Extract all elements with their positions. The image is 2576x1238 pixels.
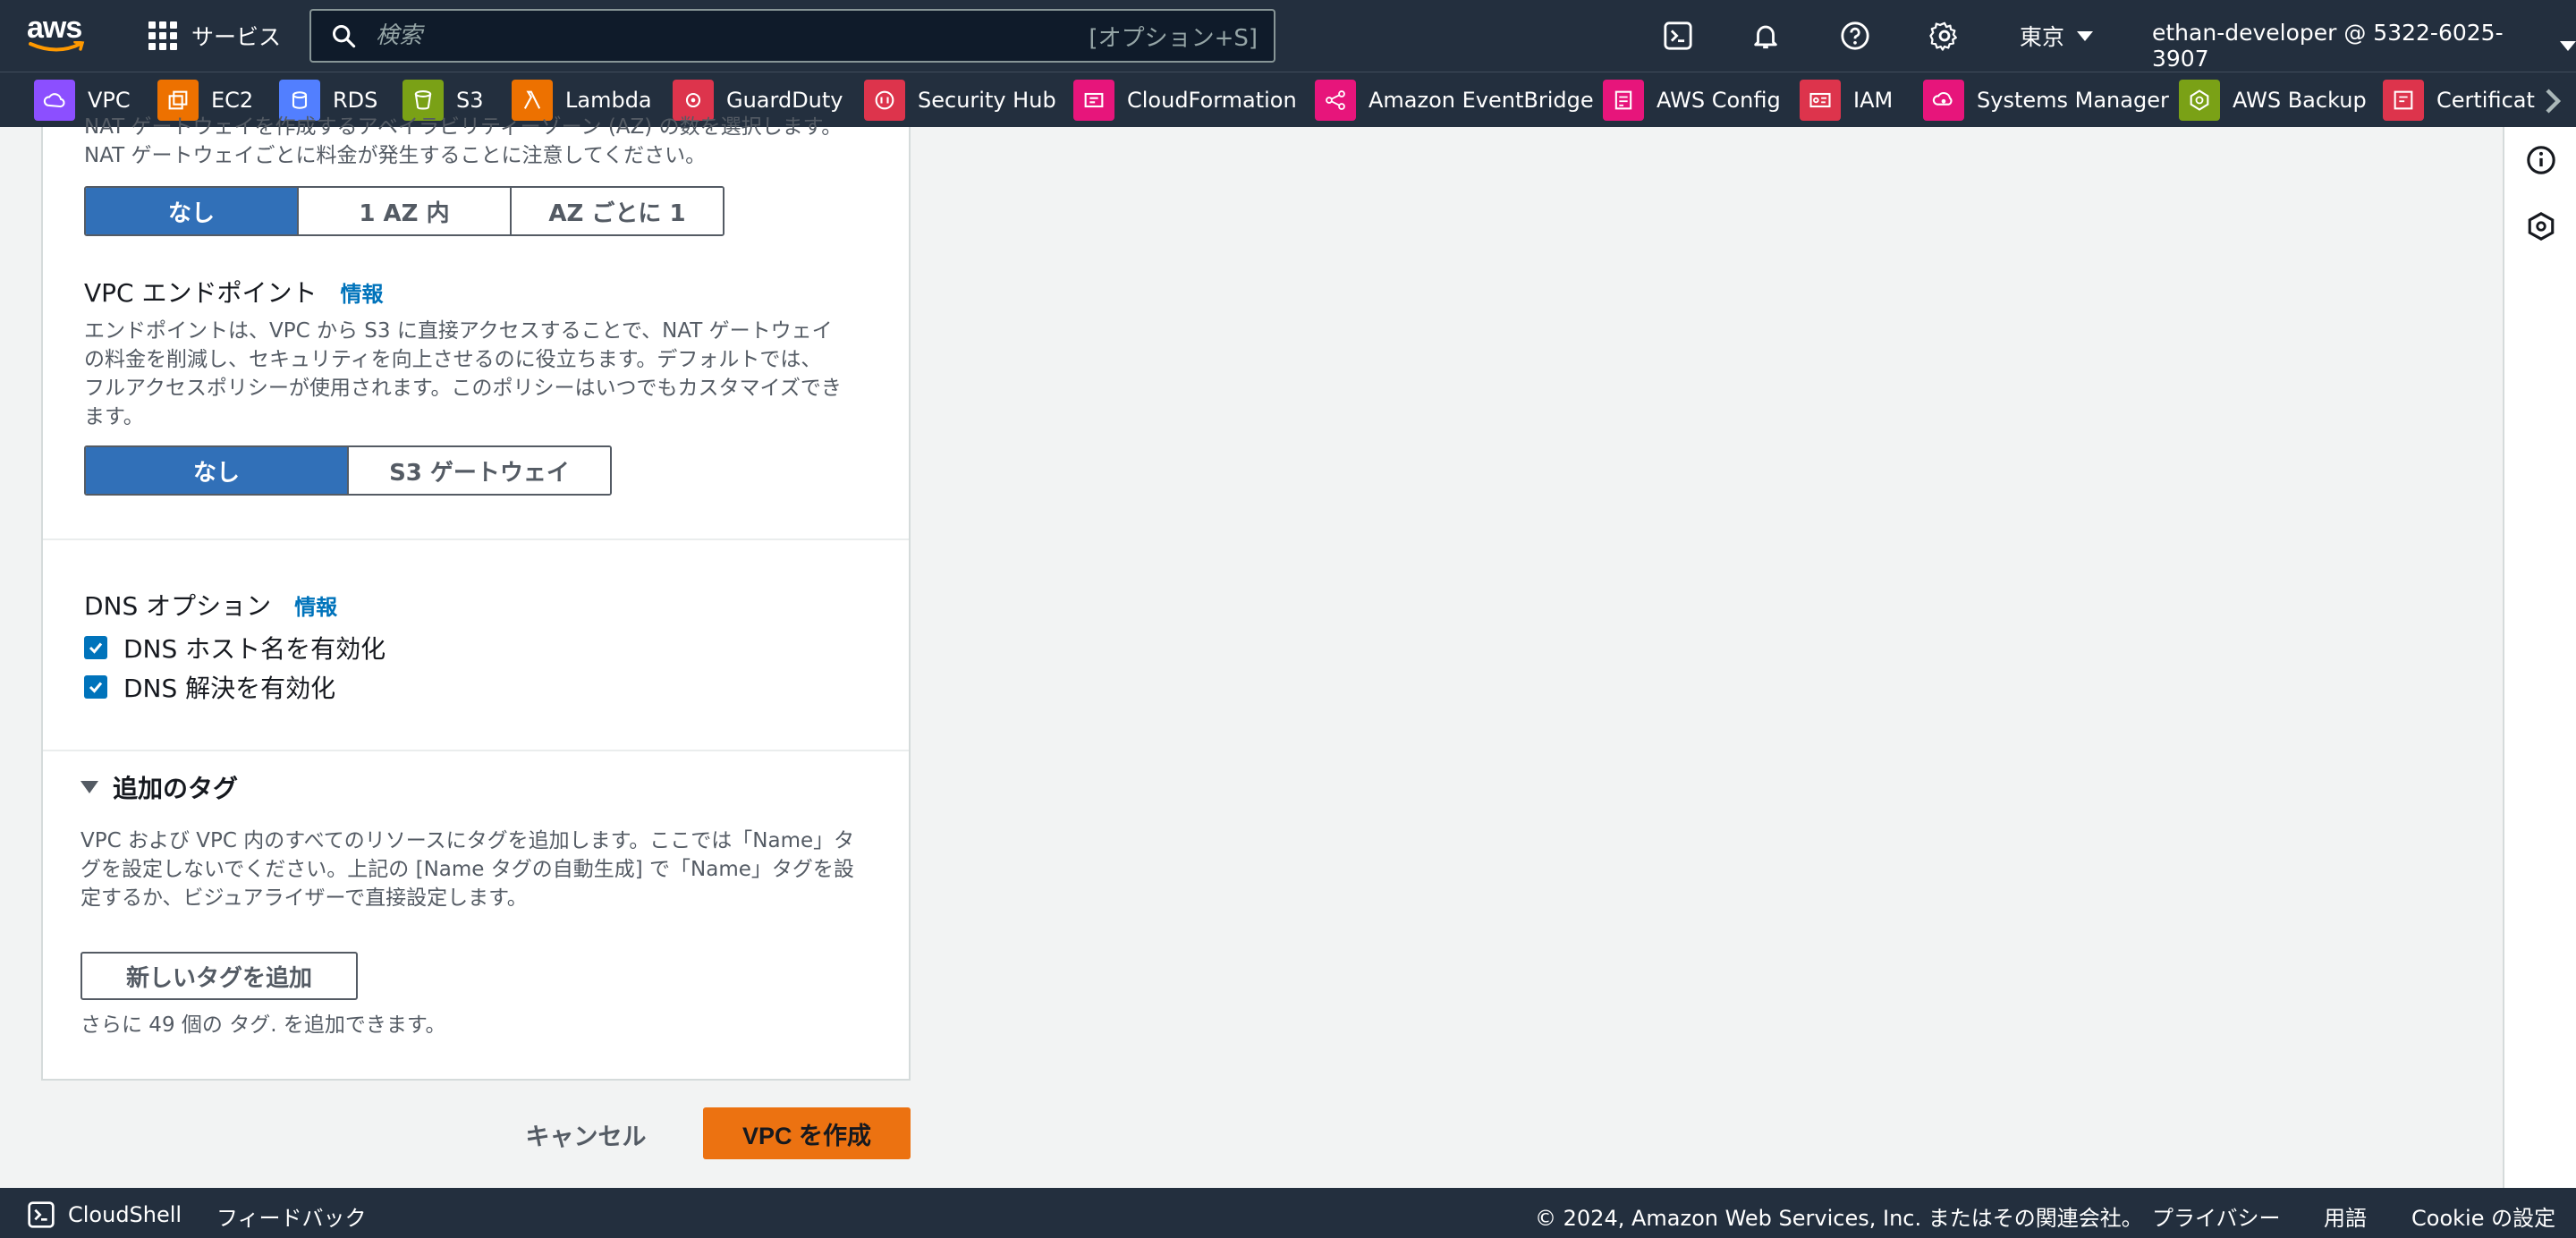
console-footer: CloudShell フィードバック © 2024, Amazon Web Se… — [0, 1188, 2576, 1238]
right-side-rail — [2503, 127, 2576, 1188]
endpoint-option-s3-gateway[interactable]: S3 ゲートウェイ — [349, 447, 610, 494]
privacy-link[interactable]: プライバシー — [2152, 1200, 2281, 1232]
vpc-icon — [34, 80, 75, 121]
section-divider — [43, 538, 909, 540]
terms-link[interactable]: 用語 — [2324, 1200, 2367, 1232]
aws-smile-icon — [29, 41, 85, 52]
add-new-tag-button[interactable]: 新しいタグを追加 — [80, 952, 358, 1000]
vpc-endpoint-info-link[interactable]: 情報 — [341, 276, 384, 308]
dns-options-info-link[interactable]: 情報 — [294, 589, 337, 621]
info-panel-icon[interactable] — [2524, 143, 2558, 177]
certificate-manager-icon — [2383, 80, 2424, 121]
services-menu-button[interactable]: サービス — [148, 20, 281, 52]
cancel-button[interactable]: キャンセル — [510, 1109, 662, 1159]
services-label: サービス — [191, 24, 282, 50]
search-shortcut-hint: [オプション+S] — [1089, 24, 1258, 52]
services-grid-icon — [148, 21, 177, 50]
settings-gear-icon[interactable] — [1927, 18, 1962, 54]
checkbox-checked-icon — [84, 636, 107, 659]
systems-manager-icon — [1923, 80, 1964, 121]
top-navigation: aws サービス [オプション+S] 東京 ethan-developer — [0, 0, 2576, 72]
feedback-link[interactable]: フィードバック — [216, 1200, 367, 1232]
checkbox-checked-icon — [84, 675, 107, 699]
vpc-endpoint-selector: なし S3 ゲートウェイ — [84, 445, 612, 496]
additional-tags-expander[interactable]: 追加のタグ — [80, 769, 238, 805]
nat-option-per-az[interactable]: AZ ごとに 1 — [512, 188, 723, 234]
aws-backup-icon — [2179, 80, 2220, 121]
iam-icon — [1800, 80, 1841, 121]
vpc-endpoint-heading: VPC エンドポイント 情報 — [84, 274, 384, 310]
favorite-eventbridge[interactable]: Amazon EventBridge — [1315, 80, 1594, 121]
favorite-cloudformation[interactable]: CloudFormation — [1073, 80, 1297, 121]
nat-option-none[interactable]: なし — [86, 188, 299, 234]
notifications-bell-icon[interactable] — [1748, 18, 1784, 54]
caret-down-icon — [80, 781, 98, 793]
account-label: ethan-developer @ 5322-6025-3907 — [2152, 20, 2504, 72]
create-vpc-button[interactable]: VPC を作成 — [703, 1107, 911, 1159]
cloudshell-icon — [28, 1201, 55, 1228]
aws-logo[interactable]: aws — [27, 13, 91, 55]
region-label: 東京 — [2020, 24, 2065, 50]
additional-tags-description: VPC および VPC 内のすべてのリソースにタグを追加します。ここでは「Nam… — [80, 829, 855, 910]
search-box[interactable]: [オプション+S] — [309, 9, 1275, 63]
dns-hostnames-checkbox[interactable]: DNS ホスト名を有効化 — [84, 630, 386, 666]
chevron-down-icon — [2560, 40, 2576, 51]
favorites-scroll-right-icon[interactable] — [2542, 87, 2563, 119]
favorite-certificate-manager[interactable]: Certificat — [2383, 80, 2535, 121]
help-icon[interactable] — [1837, 18, 1873, 54]
endpoint-option-none[interactable]: なし — [86, 447, 349, 494]
region-selector[interactable]: 東京 — [2020, 20, 2094, 52]
favorite-aws-config[interactable]: AWS Config — [1603, 80, 1781, 121]
dns-options-heading: DNS オプション 情報 — [84, 587, 337, 623]
nat-option-1az[interactable]: 1 AZ 内 — [299, 188, 512, 234]
vpc-endpoint-description: エンドポイントは、VPC から S3 に直接アクセスすることで、NAT ゲートウ… — [84, 319, 842, 428]
resources-hexagon-icon[interactable] — [2524, 209, 2558, 243]
section-divider — [43, 750, 909, 751]
aws-config-icon — [1603, 80, 1644, 121]
favorite-security-hub[interactable]: Security Hub — [864, 80, 1056, 121]
cloudformation-icon — [1073, 80, 1114, 121]
cloudshell-footer-button[interactable]: CloudShell — [27, 1200, 182, 1229]
cookie-settings-link[interactable]: Cookie の設定 — [2411, 1200, 2555, 1232]
favorite-systems-manager[interactable]: Systems Manager — [1923, 80, 2169, 121]
favorite-iam[interactable]: IAM — [1800, 80, 1893, 121]
dns-resolution-checkbox[interactable]: DNS 解決を有効化 — [84, 669, 335, 705]
chevron-down-icon — [2077, 30, 2094, 41]
favorite-aws-backup[interactable]: AWS Backup — [2179, 80, 2367, 121]
cloudshell-icon[interactable] — [1660, 18, 1696, 54]
search-icon — [332, 24, 356, 48]
search-input[interactable] — [376, 22, 1089, 49]
nat-gateway-selector: なし 1 AZ 内 AZ ごとに 1 — [84, 186, 724, 236]
vpc-settings-panel: NAT ゲートウェイを作成するアベイラビリティーゾーン (AZ) の数を選択しま… — [41, 115, 911, 1081]
nat-gateway-description: NAT ゲートウェイを作成するアベイラビリティーゾーン (AZ) の数を選択しま… — [84, 115, 843, 167]
account-menu[interactable]: ethan-developer @ 5322-6025-3907 — [2152, 20, 2576, 72]
eventbridge-icon — [1315, 80, 1356, 121]
tag-limit-hint: さらに 49 個の タグ. を追加できます。 — [80, 1013, 446, 1037]
copyright-text: © 2024, Amazon Web Services, Inc. またはその関… — [1535, 1206, 2143, 1231]
